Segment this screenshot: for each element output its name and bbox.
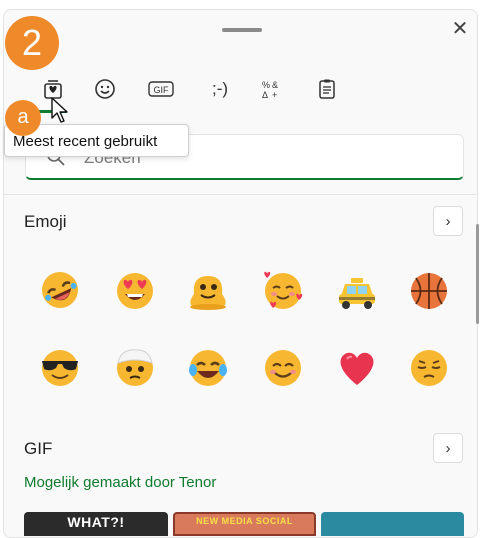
clipboard-icon: [319, 79, 335, 99]
gif-more-button[interactable]: ›: [433, 433, 463, 463]
emoji-smiling-face-with-hearts[interactable]: [259, 266, 307, 314]
substep-badge: a: [5, 100, 41, 136]
gif-caption: WHAT?!: [67, 514, 125, 530]
tab-gif[interactable]: GIF: [144, 72, 178, 106]
svg-text:Δ: Δ: [262, 90, 268, 100]
svg-text:%: %: [262, 80, 270, 90]
tenor-attribution[interactable]: Mogelijk gemaakt door Tenor: [24, 474, 216, 491]
emoji-red-heart[interactable]: [333, 343, 381, 391]
emoji-smiling-face-with-smiling-eyes[interactable]: [259, 343, 307, 391]
tab-kaomoji[interactable]: ;-): [200, 72, 240, 106]
drag-handle[interactable]: [222, 28, 262, 32]
svg-text:&: &: [272, 80, 278, 90]
chevron-right-icon: ›: [445, 212, 451, 230]
chevron-right-icon: ›: [445, 439, 451, 457]
symbols-icon: % & Δ +: [262, 80, 278, 100]
gif-thumbnail[interactable]: [321, 512, 464, 536]
tab-emoji[interactable]: [88, 72, 122, 106]
smiley-icon: [95, 79, 115, 99]
emoji-face-with-head-bandage[interactable]: [111, 343, 159, 391]
emoji-face-with-tears-of-joy[interactable]: [184, 343, 232, 391]
gif-thumbnail[interactable]: WHAT?!: [24, 512, 168, 536]
emoji-pensive-face[interactable]: [405, 343, 453, 391]
tab-symbolen[interactable]: % & Δ +: [254, 72, 288, 106]
emoji-more-button[interactable]: ›: [433, 206, 463, 236]
emoji-smiling-face-with-heart-eyes[interactable]: [111, 266, 159, 314]
divider: [3, 194, 476, 195]
gif-section-title: GIF: [24, 439, 53, 458]
svg-text:GIF: GIF: [154, 85, 170, 95]
emoji-rolling-on-floor-laughing[interactable]: [36, 266, 84, 314]
svg-text:+: +: [272, 90, 277, 100]
close-icon[interactable]: ✕: [448, 17, 472, 41]
gif-icon: GIF: [148, 81, 174, 97]
emoji-basketball[interactable]: [405, 266, 453, 314]
emoji-section-title: Emoji: [24, 212, 67, 231]
emoji-smiling-face-with-sunglasses[interactable]: [36, 343, 84, 391]
gif-thumbnail[interactable]: NEW MEDIA SOCIAL: [173, 512, 316, 536]
mouse-cursor-icon: [51, 97, 68, 123]
step-badge: 2: [5, 16, 59, 70]
scrollbar[interactable]: [476, 224, 479, 324]
gif-caption: NEW MEDIA SOCIAL: [196, 516, 293, 526]
emoji-taxi[interactable]: [333, 266, 381, 314]
emoji-melting-face[interactable]: [184, 266, 232, 314]
tab-klembord[interactable]: [310, 72, 344, 106]
